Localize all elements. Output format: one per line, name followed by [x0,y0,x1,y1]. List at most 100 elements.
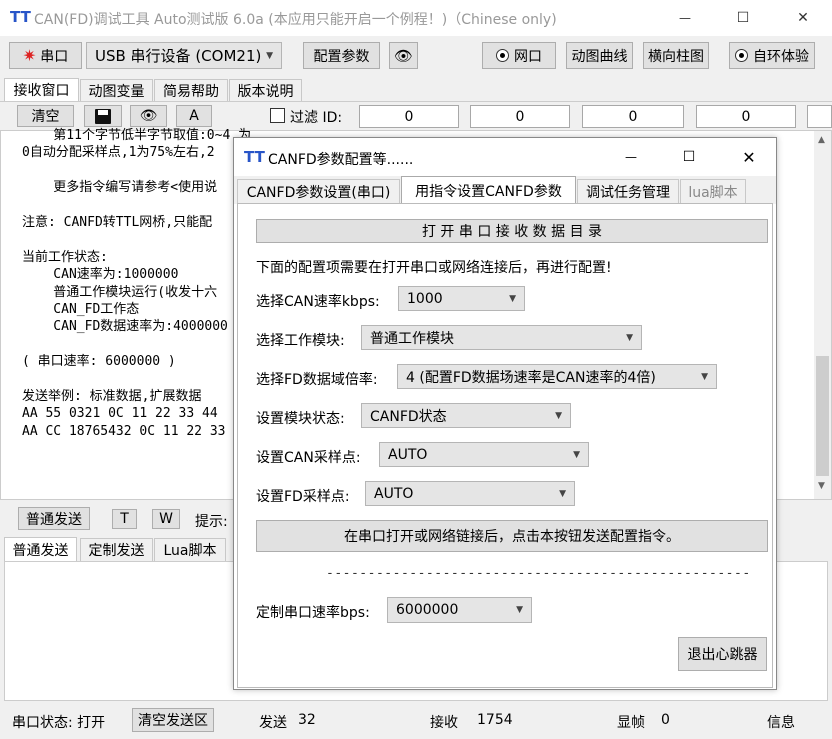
scroll-down-icon[interactable]: ▼ [818,481,825,491]
chevron-down-icon: ▼ [555,410,562,421]
send-count: 32 [298,712,316,728]
filter-id-field-5[interactable] [807,105,832,128]
a-button[interactable]: A [176,105,212,127]
recv-count: 1754 [477,712,513,728]
eye-toggle-button[interactable]: 👁 [389,42,418,69]
minimize-button[interactable]: — [670,4,700,32]
chevron-down-icon: ▼ [509,293,516,304]
tab-help[interactable]: 简易帮助 [154,79,228,101]
receive-log-line: 注意: CANFD转TTL网桥,只能配 [22,215,213,230]
mode-label: 选择工作模块: [256,333,345,349]
save-button[interactable] [84,105,122,127]
send-label: 发送 [259,715,287,731]
filter-id-field-3[interactable]: 0 [582,105,684,128]
chevron-down-icon: ▼ [626,332,633,343]
eye-icon: 👁 [393,46,414,65]
filter-id-field-4[interactable]: 0 [696,105,796,128]
receive-log-line: 普通工作模块运行(收发十六 [22,284,218,300]
mode-select[interactable]: 普通工作模块 ▼ [361,325,642,350]
tab-normal-send[interactable]: 普通发送 [4,537,77,561]
frame-label: 显帧 [617,715,645,731]
chevron-down-icon: ▼ [559,488,566,499]
receive-log-line: AA 55 0321 0C 11 22 33 44 [22,406,218,422]
fd-mult-select[interactable]: 4 (配置FD数据场速率是CAN速率的4倍) ▼ [397,364,717,389]
vertical-scrollbar[interactable]: ▲ ▼ [814,131,831,499]
clear-receive-button[interactable]: 清空 [17,105,74,127]
loopback-button[interactable]: 自环体验 [729,42,815,69]
dialog-maximize-button[interactable]: ☐ [674,144,704,170]
dialog-logo-icon: TT [244,148,265,166]
tab-lua-script[interactable]: Lua脚本 [154,538,226,561]
receive-log-line: 0自动分配采样点,1为75%左右,2 [22,145,215,161]
chevron-down-icon: ▼ [573,449,580,460]
config-note: 下面的配置项需要在打开串口或网络连接后，再进行配置! [256,260,612,276]
tab-custom-send[interactable]: 定制发送 [80,538,153,561]
window-title: CAN(FD)调试工具 Auto测试版 6.0a (本应用只能开启一个例程！)（… [34,12,557,28]
dialog-close-button[interactable]: ✕ [734,144,764,170]
receive-log-line: AA CC 18765432 0C 11 22 33 [22,423,226,439]
maximize-button[interactable]: ☐ [728,4,758,32]
tab-anim-vars[interactable]: 动图变量 [80,79,153,101]
dialog-tab-cmd-setting[interactable]: 用指令设置CANFD参数 [401,176,576,204]
can-rate-select[interactable]: 1000 ▼ [398,286,525,311]
fd-sample-select[interactable]: AUTO ▼ [365,481,575,506]
filter-id-field-1[interactable]: 0 [359,105,459,128]
eye-icon: 👁 [139,108,158,124]
dialog-tab-debug-tasks[interactable]: 调试任务管理 [577,179,679,203]
clear-send-button[interactable]: 清空发送区 [132,708,214,732]
receive-log-line: CAN_FD工作态 [22,302,140,317]
hint-label: 提示: [195,514,228,530]
can-sample-label: 设置CAN采样点: [256,450,361,466]
chevron-down-icon: ▼ [516,605,523,615]
dialog-tab-canfd-serial[interactable]: CANFD参数设置(串口) [237,179,400,203]
tab-version[interactable]: 版本说明 [229,79,302,101]
receive-log: 第11个字节低半字节取值:0~4 为CAN采样点选择 0自动分配采样点,1为75%… [22,127,252,492]
filter-id-label: 过滤 ID: [290,110,343,126]
device-select[interactable]: USB 串行设备 (COM21) ▼ [86,42,282,69]
baud-select[interactable]: 6000000 ▼ [387,597,532,623]
canfd-config-dialog: TT CANFD参数配置等...... — ☐ ✕ CANFD参数设置(串口) … [233,137,777,690]
bar-chart-button[interactable]: 横向柱图 [643,42,709,69]
chevron-down-icon: ▼ [266,50,273,61]
net-radio-icon [496,49,509,62]
state-label: 设置模块状态: [256,411,345,427]
floppy-disk-icon [95,108,111,124]
baud-label: 定制串口速率bps: [256,605,370,621]
dialog-minimize-button[interactable]: — [616,144,646,170]
open-recv-dir-button[interactable]: 打 开 串 口 接 收 数 据 目 录 [256,219,768,243]
state-select[interactable]: CANFD状态 ▼ [361,403,571,428]
fd-sample-label: 设置FD采样点: [256,489,350,505]
net-port-button[interactable]: 网口 [482,42,556,69]
title-bar: TT CAN(FD)调试工具 Auto测试版 6.0a (本应用只能开启一个例程… [0,0,832,36]
tab-receive[interactable]: 接收窗口 [4,78,79,101]
view-toggle-button[interactable]: 👁 [130,105,167,127]
normal-send-button[interactable]: 普通发送 [18,507,90,530]
t-button[interactable]: T [112,509,137,529]
recv-label: 接收 [430,715,458,731]
exit-heartbeat-button[interactable]: 退出心跳器 [678,637,767,671]
receive-log-line: 第11个字节低半字节取值:0~4 为CAN采样点选择 [53,128,252,143]
filter-checkbox[interactable] [270,108,285,123]
scroll-up-icon[interactable]: ▲ [818,135,825,145]
app-logo-icon: TT [10,8,31,26]
send-config-button[interactable]: 在串口打开或网络链接后，点击本按钮发送配置指令。 [256,520,768,552]
filter-id-field-2[interactable]: 0 [470,105,570,128]
fd-mult-label: 选择FD数据域倍率: [256,372,378,388]
loopback-radio-icon [735,49,748,62]
separator-dashes: ----------------------------------------… [326,566,751,581]
serial-button[interactable]: ✷ 串口 [9,42,82,69]
can-sample-select[interactable]: AUTO ▼ [379,442,589,467]
w-button[interactable]: W [152,509,180,529]
receive-log-line: 更多指令编写请参考<使用说 [22,180,218,196]
receive-log-line: CAN_FD数据速率为:4000000 [22,319,228,335]
serial-radio-icon: ✷ [22,46,37,65]
config-params-button[interactable]: 配置参数 [303,42,380,69]
close-button[interactable]: ✕ [788,4,818,32]
dialog-tab-lua[interactable]: lua脚本 [680,179,746,203]
info-label: 信息 [767,715,795,731]
anim-curve-button[interactable]: 动图曲线 [566,42,633,69]
dialog-title: CANFD参数配置等...... [268,152,414,168]
receive-log-line: ( 串口速率: 6000000 ) [22,354,176,370]
scroll-thumb[interactable] [816,356,829,476]
receive-log-line: 当前工作状态: [22,249,108,265]
